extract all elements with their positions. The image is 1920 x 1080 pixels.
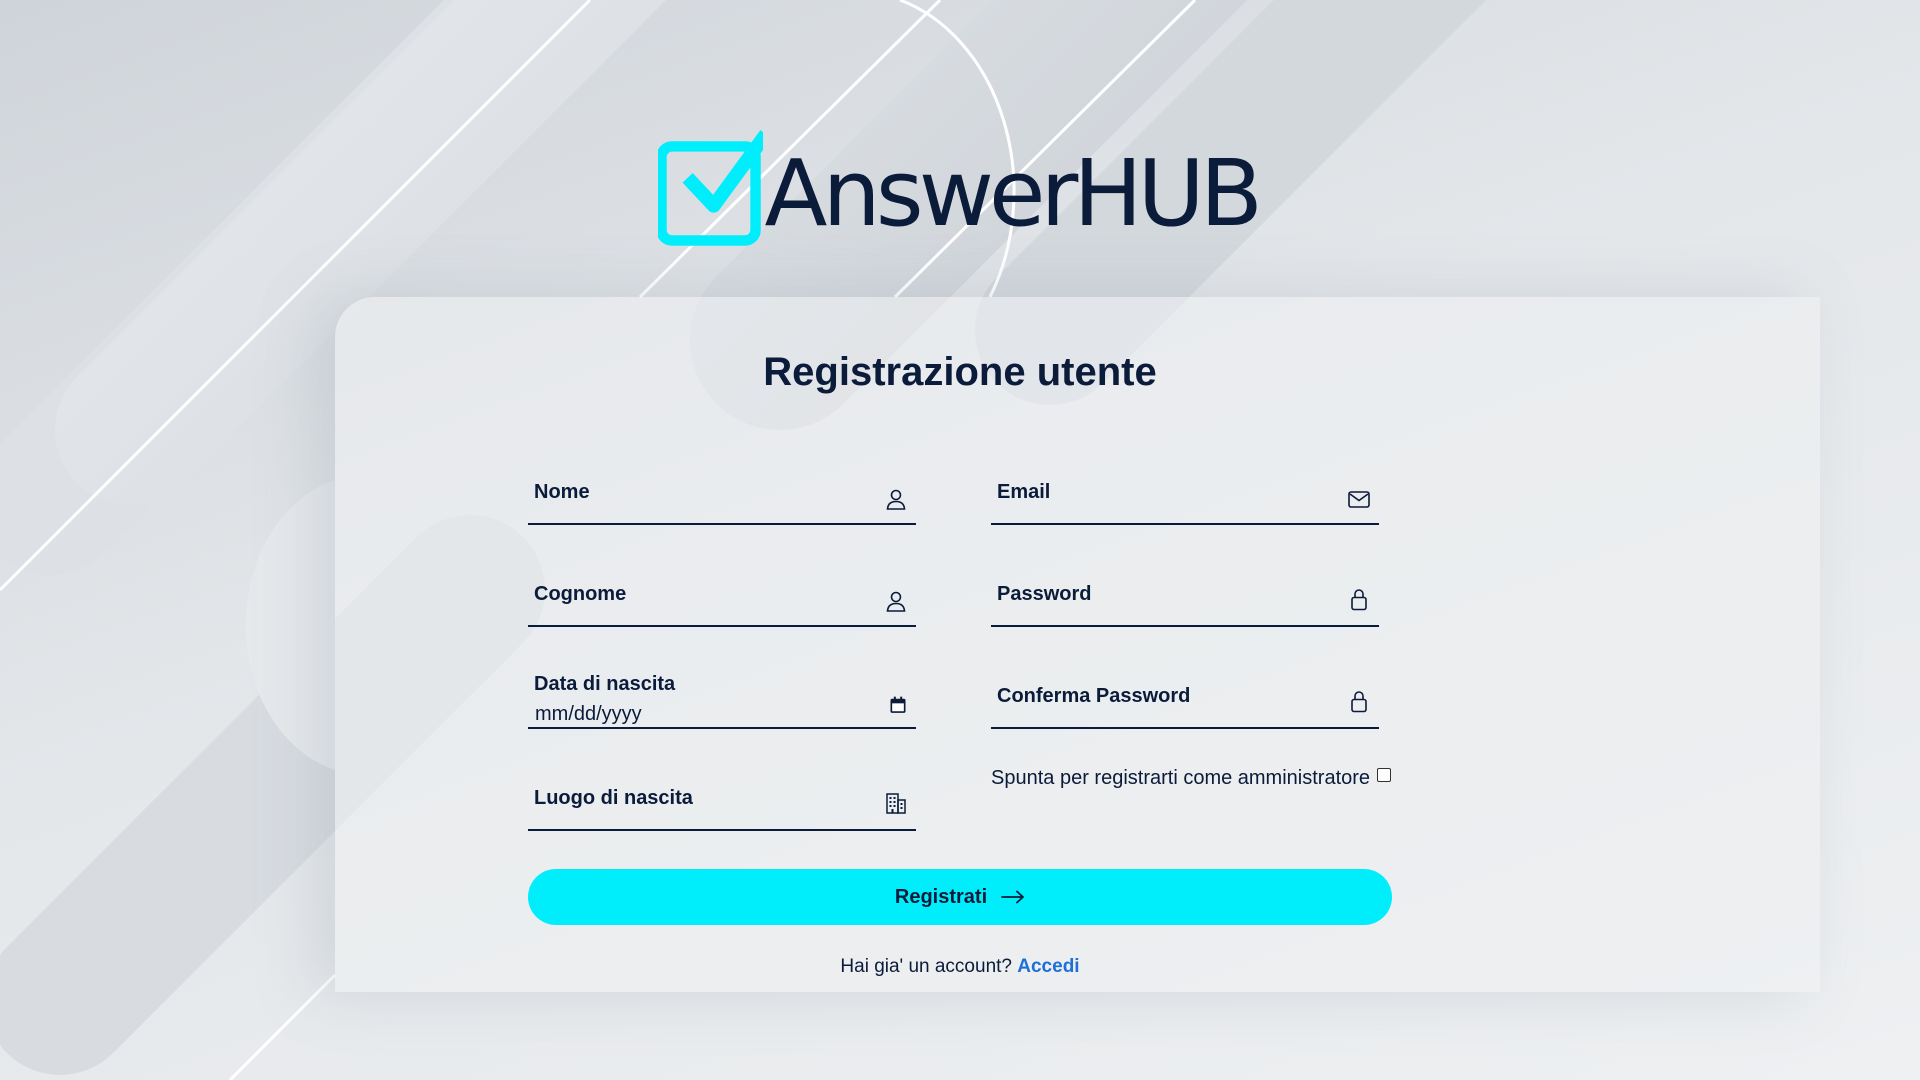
arrow-right-icon: [1001, 890, 1025, 904]
checkbox-check-icon: [658, 130, 763, 246]
user-icon: [886, 489, 906, 510]
lock-icon: [1351, 589, 1367, 611]
building-icon: [886, 793, 906, 814]
password-field[interactable]: Password: [991, 555, 1379, 627]
data-nascita-input[interactable]: mm/dd/yyyy: [535, 703, 642, 726]
registrati-button[interactable]: Registrati: [528, 869, 1392, 925]
user-icon: [886, 591, 906, 612]
login-prompt-row: Hai gia' un account? Accedi: [335, 956, 1585, 978]
login-prompt-text: Hai gia' un account?: [840, 956, 1012, 977]
luogo-nascita-field[interactable]: Luogo di nascita: [528, 759, 916, 831]
admin-checkbox[interactable]: [1377, 768, 1392, 782]
registrati-button-label: Registrati: [894, 885, 988, 908]
data-nascita-field[interactable]: Data di nascita mm/dd/yyyy: [528, 657, 916, 729]
password-label: Password: [997, 583, 1092, 605]
email-field[interactable]: Email: [991, 453, 1379, 525]
envelope-icon: [1348, 491, 1370, 508]
conferma-password-field[interactable]: Conferma Password: [991, 657, 1379, 729]
luogo-nascita-label: Luogo di nascita: [534, 787, 693, 809]
cognome-label: Cognome: [534, 583, 627, 605]
nome-label: Nome: [534, 481, 590, 503]
data-nascita-label: Data di nascita: [534, 673, 676, 695]
lock-icon: [1351, 691, 1367, 713]
page-title: Registrazione utente: [763, 350, 1157, 394]
email-label: Email: [997, 481, 1051, 503]
admin-checkbox-label: Spunta per registrarti come amministrato…: [991, 766, 1371, 789]
conferma-password-label: Conferma Password: [997, 685, 1191, 707]
brand-name: AnswerHUB: [764, 140, 1263, 247]
nome-field[interactable]: Nome: [528, 453, 916, 525]
accedi-link[interactable]: Accedi: [1017, 956, 1079, 977]
admin-checkbox-row[interactable]: Spunta per registrarti come amministrato…: [991, 766, 1392, 790]
cognome-field[interactable]: Cognome: [528, 555, 916, 627]
calendar-icon[interactable]: [888, 695, 908, 715]
brand-logo: AnswerHUB: [658, 120, 1263, 260]
